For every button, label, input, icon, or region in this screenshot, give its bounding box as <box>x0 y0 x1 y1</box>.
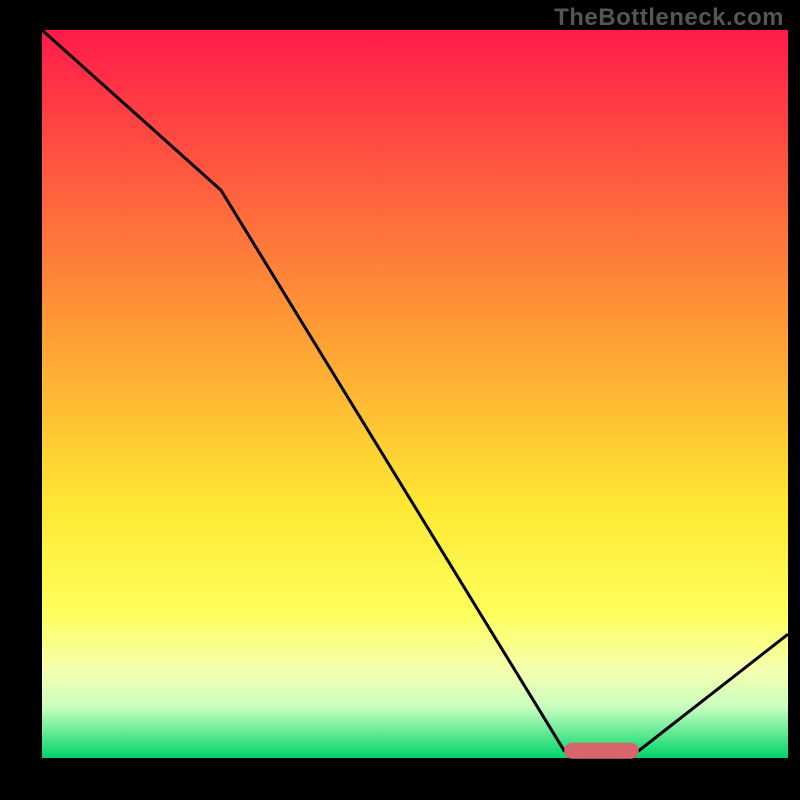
plot-area <box>42 30 788 758</box>
bottleneck-chart <box>0 0 800 800</box>
optimal-range-marker <box>564 743 639 759</box>
chart-container: TheBottleneck.com <box>0 0 800 800</box>
watermark-text: TheBottleneck.com <box>554 4 784 32</box>
